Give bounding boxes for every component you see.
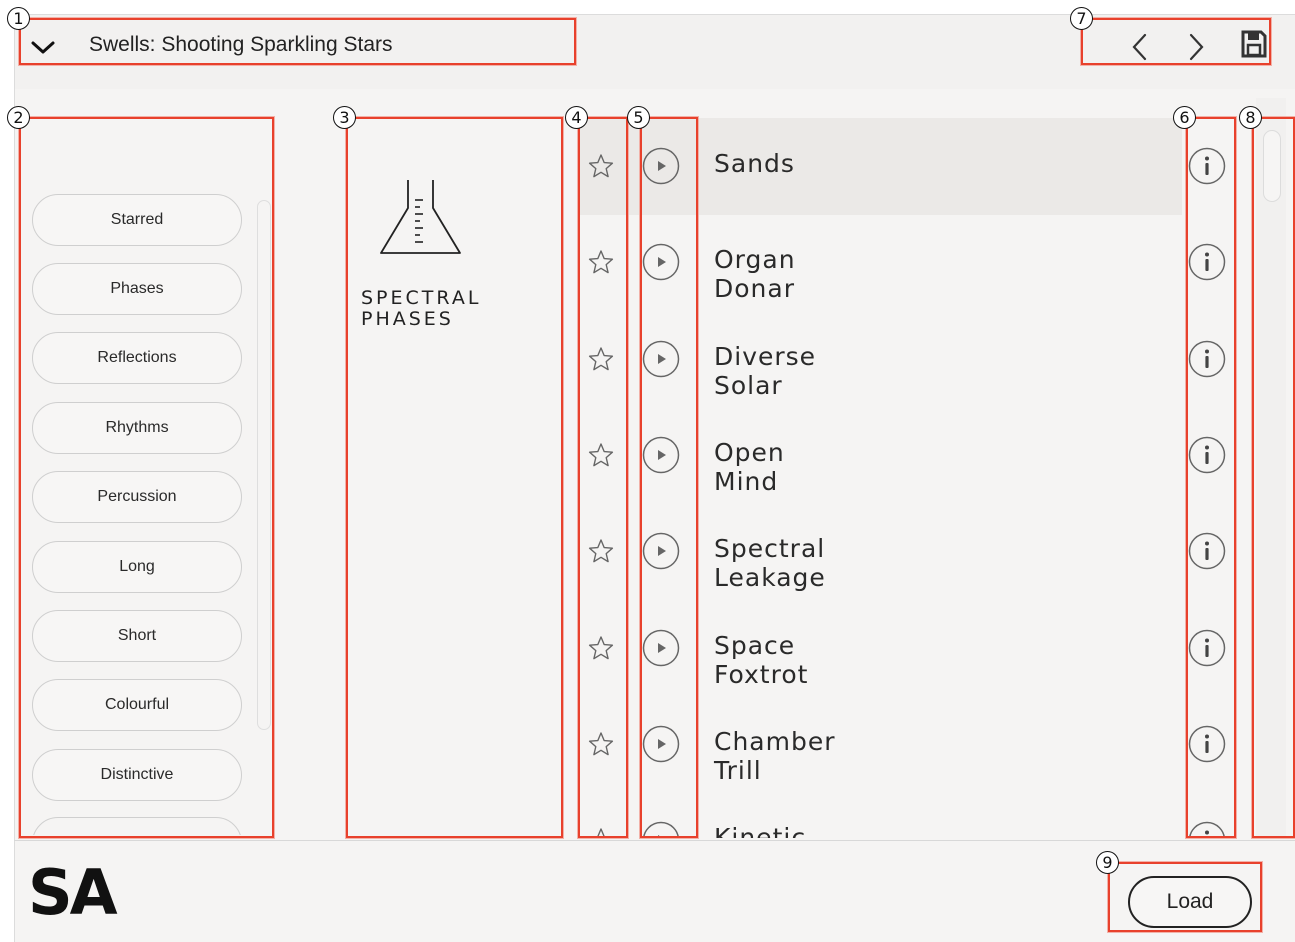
preset-name[interactable]: Kinetic Fibre xyxy=(714,823,806,838)
annotation-number-2: 2 xyxy=(7,106,30,129)
preset-name[interactable]: Spectral Leakage xyxy=(714,534,826,592)
preset-name[interactable]: Chamber Trill xyxy=(714,727,836,785)
preset-name[interactable]: Sands xyxy=(714,149,795,178)
annotation-box-3 xyxy=(346,117,563,838)
annotation-box-1 xyxy=(19,18,576,65)
annotation-number-8: 8 xyxy=(1239,106,1262,129)
footer-divider xyxy=(14,840,1295,841)
annotation-box-4 xyxy=(578,117,628,838)
annotation-number-4: 4 xyxy=(565,106,588,129)
brand-logo: SA xyxy=(28,856,118,929)
annotation-number-3: 3 xyxy=(333,106,356,129)
annotation-number-1: 1 xyxy=(7,7,30,30)
annotation-number-7: 7 xyxy=(1070,7,1093,30)
annotation-number-5: 5 xyxy=(627,106,650,129)
annotation-number-6: 6 xyxy=(1173,106,1196,129)
preset-name[interactable]: Space Foxtrot xyxy=(714,631,808,689)
annotation-box-9 xyxy=(1108,862,1262,932)
preset-name[interactable]: Organ Donar xyxy=(714,245,796,303)
annotation-box-8 xyxy=(1252,117,1295,838)
preset-name[interactable]: Open Mind xyxy=(714,438,785,496)
annotation-box-2 xyxy=(19,117,274,838)
annotation-box-7 xyxy=(1081,18,1271,65)
annotation-box-5 xyxy=(640,117,698,838)
annotation-number-9: 9 xyxy=(1096,851,1119,874)
preset-name[interactable]: Diverse Solar xyxy=(714,342,816,400)
annotation-box-6 xyxy=(1186,117,1236,838)
